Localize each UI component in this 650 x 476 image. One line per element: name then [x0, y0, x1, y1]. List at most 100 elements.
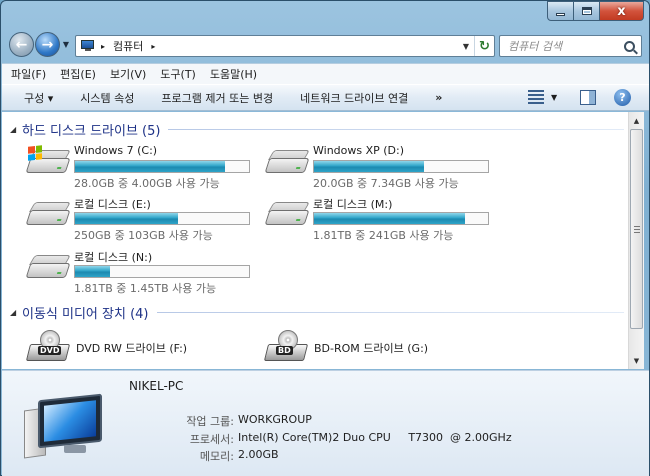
- computer-large-icon: [24, 391, 108, 461]
- group-divider: [168, 129, 624, 130]
- usage-bar: [74, 212, 250, 225]
- preview-pane-icon[interactable]: [580, 90, 596, 105]
- scroll-down-icon[interactable]: ▼: [629, 352, 644, 369]
- maximize-icon: [581, 7, 592, 15]
- drive-name: 로컬 디스크 (N:): [74, 251, 153, 264]
- breadcrumb-separator-child[interactable]: ▸: [151, 42, 155, 51]
- system-properties-button[interactable]: 시스템 속성: [80, 90, 134, 106]
- breadcrumb-separator[interactable]: ▸: [101, 42, 105, 51]
- drive-name: 로컬 디스크 (E:): [74, 198, 151, 211]
- memory-row: 메모리: 2.00GB: [128, 448, 279, 464]
- back-button[interactable]: ←: [9, 32, 34, 57]
- address-bar[interactable]: ▸ 컴퓨터 ▸ ▼ ↻: [75, 35, 495, 57]
- drive-name: Windows 7 (C:): [74, 144, 158, 157]
- free-space-label: 1.81TB 중 1.45TB 사용 가능: [74, 282, 217, 295]
- free-space-label: 250GB 중 103GB 사용 가능: [74, 229, 213, 242]
- navigation-buttons: ← → ▼: [9, 32, 71, 57]
- free-space-label: 28.0GB 중 4.00GB 사용 가능: [74, 177, 220, 190]
- more-commands-button[interactable]: »: [435, 91, 442, 104]
- dvd-badge: DVD: [38, 346, 62, 355]
- drive-name: Windows XP (D:): [313, 144, 405, 157]
- processor-label: 프로세서:: [189, 433, 234, 446]
- explorer-window: x ← → ▼ ▸ 컴퓨터 ▸ ▼ ↻ 컴퓨터 검색 파일(F) 편집(E) 보…: [0, 0, 650, 476]
- collapse-icon[interactable]: ◢: [10, 125, 22, 134]
- drive-item-f[interactable]: DVD DVD RW 드라이브 (F:): [25, 330, 188, 366]
- dvd-drive-icon: DVD: [25, 330, 71, 366]
- map-network-drive-button[interactable]: 네트워크 드라이브 연결: [300, 90, 408, 106]
- menu-edit[interactable]: 편집(E): [60, 66, 96, 82]
- refresh-button[interactable]: ↻: [474, 36, 494, 56]
- workgroup-value: WORKGROUP: [238, 413, 312, 426]
- computer-name: NIKEL-PC: [129, 379, 184, 393]
- drive-item-e[interactable]: 로컬 디스크 (E:) 250GB 중 103GB 사용 가능: [24, 196, 250, 243]
- usage-bar: [74, 160, 250, 173]
- command-bar: 구성 ▾ 시스템 속성 프로그램 제거 또는 변경 네트워크 드라이브 연결 »…: [2, 84, 649, 111]
- drive-item-g[interactable]: BD BD-ROM 드라이브 (G:): [263, 330, 429, 366]
- memory-label: 메모리:: [199, 450, 234, 463]
- back-arrow-icon: ←: [15, 36, 28, 53]
- hard-drive-icon: [24, 249, 71, 283]
- forward-arrow-icon: →: [41, 36, 54, 53]
- drive-item-n[interactable]: 로컬 디스크 (N:) 1.81TB 중 1.45TB 사용 가능: [24, 249, 250, 296]
- close-button[interactable]: x: [600, 1, 644, 21]
- recent-pages-dropdown[interactable]: ▼: [61, 35, 71, 55]
- menu-help[interactable]: 도움말(H): [210, 66, 257, 82]
- drive-name: DVD RW 드라이브 (F:): [76, 342, 188, 355]
- group-title-hard-disks: 하드 디스크 드라이브 (5): [22, 124, 161, 139]
- drive-name: BD-ROM 드라이브 (G:): [314, 342, 429, 355]
- vertical-scrollbar[interactable]: ▲ ▼: [628, 112, 644, 369]
- refresh-icon: ↻: [479, 38, 490, 54]
- menu-bar: 파일(F) 편집(E) 보기(V) 도구(T) 도움말(H): [2, 63, 649, 84]
- breadcrumb-computer[interactable]: 컴퓨터: [113, 38, 143, 54]
- menu-tools[interactable]: 도구(T): [160, 66, 196, 82]
- memory-value: 2.00GB: [238, 448, 279, 461]
- workgroup-label: 작업 그룹:: [186, 415, 234, 428]
- details-pane: NIKEL-PC 작업 그룹: WORKGROUP 프로세서: Intel(R)…: [2, 370, 649, 476]
- search-placeholder: 컴퓨터 검색: [508, 40, 563, 53]
- close-icon: x: [617, 3, 626, 19]
- drive-item-d[interactable]: Windows XP (D:) 20.0GB 중 7.34GB 사용 가능: [263, 144, 489, 191]
- maximize-button[interactable]: [574, 1, 600, 21]
- processor-row: 프로세서: Intel(R) Core(TM)2 Duo CPU T7300 @…: [128, 431, 512, 447]
- menu-file[interactable]: 파일(F): [11, 66, 46, 82]
- view-dropdown-icon[interactable]: ▼: [551, 93, 557, 102]
- computer-icon: [81, 40, 95, 52]
- hard-drive-icon: [263, 144, 310, 178]
- change-view-button[interactable]: ▼: [528, 90, 557, 104]
- organize-button[interactable]: 구성 ▾: [24, 90, 53, 106]
- caption-buttons: x: [547, 1, 644, 21]
- windows-drive-icon: [24, 144, 71, 178]
- search-icon[interactable]: [624, 40, 635, 52]
- menu-view[interactable]: 보기(V): [110, 66, 146, 82]
- drive-item-c[interactable]: Windows 7 (C:) 28.0GB 중 4.00GB 사용 가능: [24, 144, 250, 191]
- minimize-icon: [556, 13, 565, 16]
- drive-item-m[interactable]: 로컬 디스크 (M:) 1.81TB 중 241GB 사용 가능: [263, 196, 489, 243]
- bd-badge: BD: [276, 346, 293, 355]
- bd-drive-icon: BD: [263, 330, 309, 366]
- free-space-label: 1.81TB 중 241GB 사용 가능: [313, 229, 454, 242]
- drive-name: 로컬 디스크 (M:): [313, 198, 393, 211]
- workgroup-row: 작업 그룹: WORKGROUP: [128, 413, 312, 429]
- group-title-removable: 이동식 미디어 장치 (4): [22, 307, 149, 322]
- group-header-removable[interactable]: ◢ 이동식 미디어 장치 (4): [10, 303, 624, 322]
- scroll-thumb[interactable]: [630, 129, 643, 329]
- uninstall-program-button[interactable]: 프로그램 제거 또는 변경: [161, 90, 273, 106]
- search-input[interactable]: 컴퓨터 검색: [499, 35, 642, 57]
- content-pane: ◢ 하드 디스크 드라이브 (5) Windows 7 (C:) 28.0GB …: [2, 112, 628, 369]
- collapse-icon[interactable]: ◢: [10, 308, 22, 317]
- group-header-hard-disks[interactable]: ◢ 하드 디스크 드라이브 (5): [10, 120, 624, 139]
- minimize-button[interactable]: [547, 1, 574, 21]
- usage-bar: [313, 160, 489, 173]
- address-dropdown-icon[interactable]: ▼: [458, 42, 474, 51]
- usage-bar: [74, 265, 250, 278]
- usage-bar: [313, 212, 489, 225]
- forward-button[interactable]: →: [35, 32, 60, 57]
- group-divider: [156, 312, 624, 313]
- hard-drive-icon: [24, 196, 71, 230]
- view-list-icon: [528, 90, 544, 104]
- help-icon[interactable]: ?: [614, 89, 631, 106]
- processor-value: Intel(R) Core(TM)2 Duo CPU T7300 @ 2.00G…: [238, 431, 512, 444]
- free-space-label: 20.0GB 중 7.34GB 사용 가능: [313, 177, 459, 190]
- hard-drive-icon: [263, 196, 310, 230]
- scroll-up-icon[interactable]: ▲: [629, 112, 644, 129]
